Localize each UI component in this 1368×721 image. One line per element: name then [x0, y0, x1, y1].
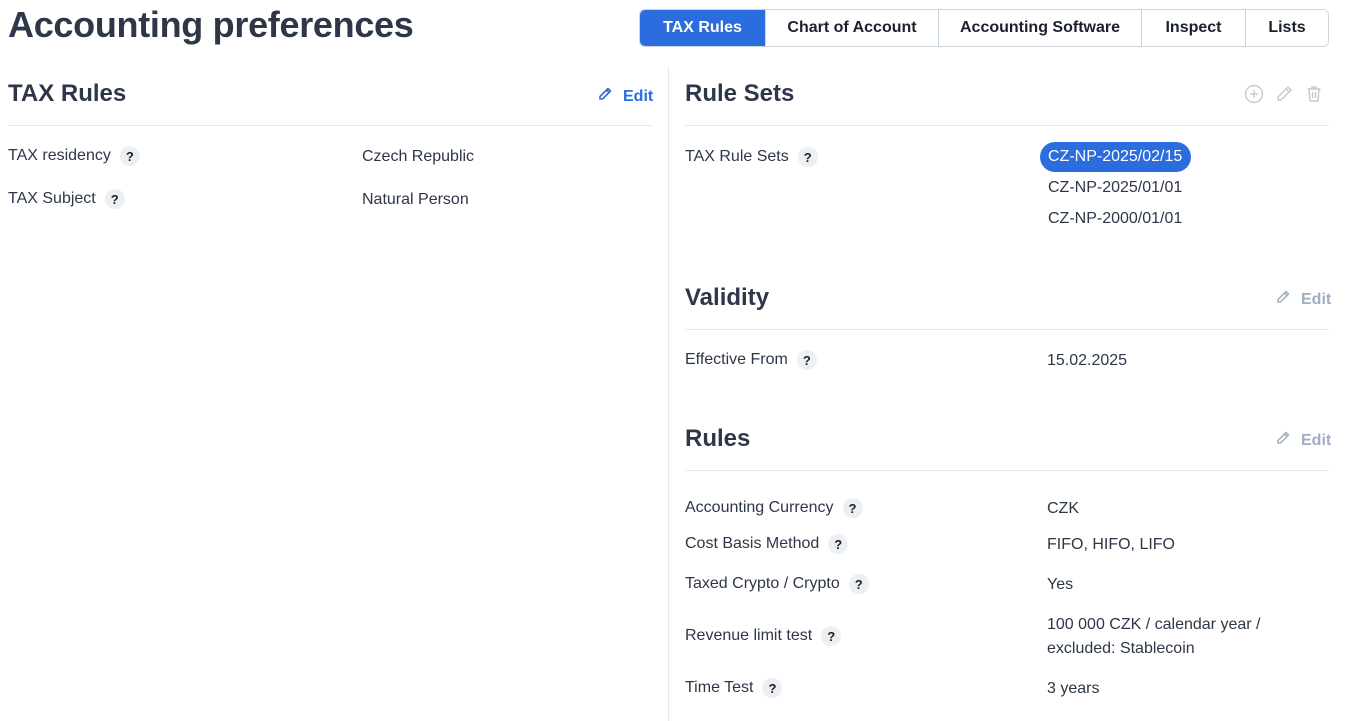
tab-inspect[interactable]: Inspect — [1141, 10, 1245, 46]
help-icon[interactable]: ? — [821, 626, 842, 646]
validity-edit-button[interactable]: Edit — [1275, 289, 1331, 310]
tax-subject-row-label: TAX Subject ? — [8, 189, 125, 209]
tab-tax-rules[interactable]: TAX Rules — [640, 10, 765, 46]
field-label: Accounting Currency — [685, 499, 834, 516]
add-circle-icon[interactable] — [1244, 84, 1264, 104]
tab-accounting-software[interactable]: Accounting Software — [938, 10, 1141, 46]
tax-rules-divider — [8, 125, 652, 126]
field-label: TAX Subject — [8, 190, 96, 207]
value-line: excluded: Stablecoin — [1047, 640, 1195, 657]
tab-bar: TAX Rules Chart of Account Accounting So… — [639, 9, 1329, 47]
help-icon[interactable]: ? — [119, 146, 140, 166]
taxed-crypto-row-label: Taxed Crypto / Crypto ? — [685, 574, 869, 594]
column-divider — [668, 66, 669, 721]
rule-set-item[interactable]: CZ-NP-2000/01/01 — [1040, 204, 1191, 234]
effective-from-value: 15.02.2025 — [1047, 352, 1128, 369]
help-icon[interactable]: ? — [848, 574, 869, 594]
field-label: TAX residency — [8, 147, 111, 164]
edit-label: Edit — [1301, 431, 1332, 449]
cost-basis-method-value: FIFO, HIFO, LIFO — [1047, 536, 1175, 553]
time-test-row-label: Time Test ? — [685, 678, 783, 698]
time-test-value: 3 years — [1047, 680, 1100, 697]
trash-icon[interactable] — [1304, 84, 1324, 104]
pencil-icon[interactable] — [1274, 84, 1294, 104]
pencil-icon — [1275, 430, 1291, 451]
field-label: Revenue limit test — [685, 627, 813, 644]
tab-lists[interactable]: Lists — [1245, 10, 1328, 46]
page-title: Accounting preferences — [8, 4, 414, 45]
field-label: Time Test — [685, 679, 754, 696]
cost-basis-method-row-label: Cost Basis Method ? — [685, 534, 849, 554]
tab-chart-of-account[interactable]: Chart of Account — [765, 10, 938, 46]
pencil-icon — [597, 86, 613, 107]
field-label: Taxed Crypto / Crypto — [685, 575, 840, 592]
rule-sets-divider — [685, 125, 1329, 126]
help-icon[interactable]: ? — [842, 498, 863, 518]
field-label: Cost Basis Method — [685, 535, 820, 552]
accounting-currency-value: CZK — [1047, 500, 1079, 517]
edit-label: Edit — [623, 87, 654, 105]
tax-subject-value: Natural Person — [362, 191, 469, 208]
value-line: 100 000 CZK / calendar year / — [1047, 616, 1261, 633]
help-icon[interactable]: ? — [796, 350, 817, 370]
tax-rules-heading: TAX Rules — [8, 80, 127, 107]
accounting-currency-row-label: Accounting Currency ? — [685, 498, 863, 518]
revenue-limit-test-value: 100 000 CZK / calendar year / excluded: … — [1047, 613, 1260, 661]
rules-edit-button[interactable]: Edit — [1275, 430, 1331, 451]
rules-heading: Rules — [685, 425, 751, 452]
validity-divider — [685, 329, 1329, 330]
field-label: TAX Rule Sets — [685, 148, 789, 165]
tax-rules-edit-button[interactable]: Edit — [597, 86, 653, 107]
effective-from-row-label: Effective From ? — [685, 350, 817, 370]
help-icon[interactable]: ? — [762, 678, 783, 698]
help-icon[interactable]: ? — [797, 147, 818, 167]
tax-rule-sets-row-label: TAX Rule Sets ? — [685, 147, 818, 167]
rule-set-item[interactable]: CZ-NP-2025/01/01 — [1040, 173, 1191, 203]
rules-divider — [685, 470, 1329, 471]
tax-residency-row-label: TAX residency ? — [8, 146, 140, 166]
help-icon[interactable]: ? — [104, 189, 125, 209]
tax-residency-value: Czech Republic — [362, 148, 475, 165]
rule-sets-heading: Rule Sets — [685, 80, 795, 107]
rule-set-item-selected[interactable]: CZ-NP-2025/02/15 — [1040, 142, 1192, 172]
validity-heading: Validity — [685, 284, 770, 311]
edit-label: Edit — [1301, 290, 1332, 308]
field-label: Effective From — [685, 351, 788, 368]
help-icon[interactable]: ? — [828, 534, 849, 554]
pencil-icon — [1275, 289, 1291, 310]
taxed-crypto-value: Yes — [1047, 576, 1074, 593]
revenue-limit-test-row-label: Revenue limit test ? — [685, 626, 842, 646]
